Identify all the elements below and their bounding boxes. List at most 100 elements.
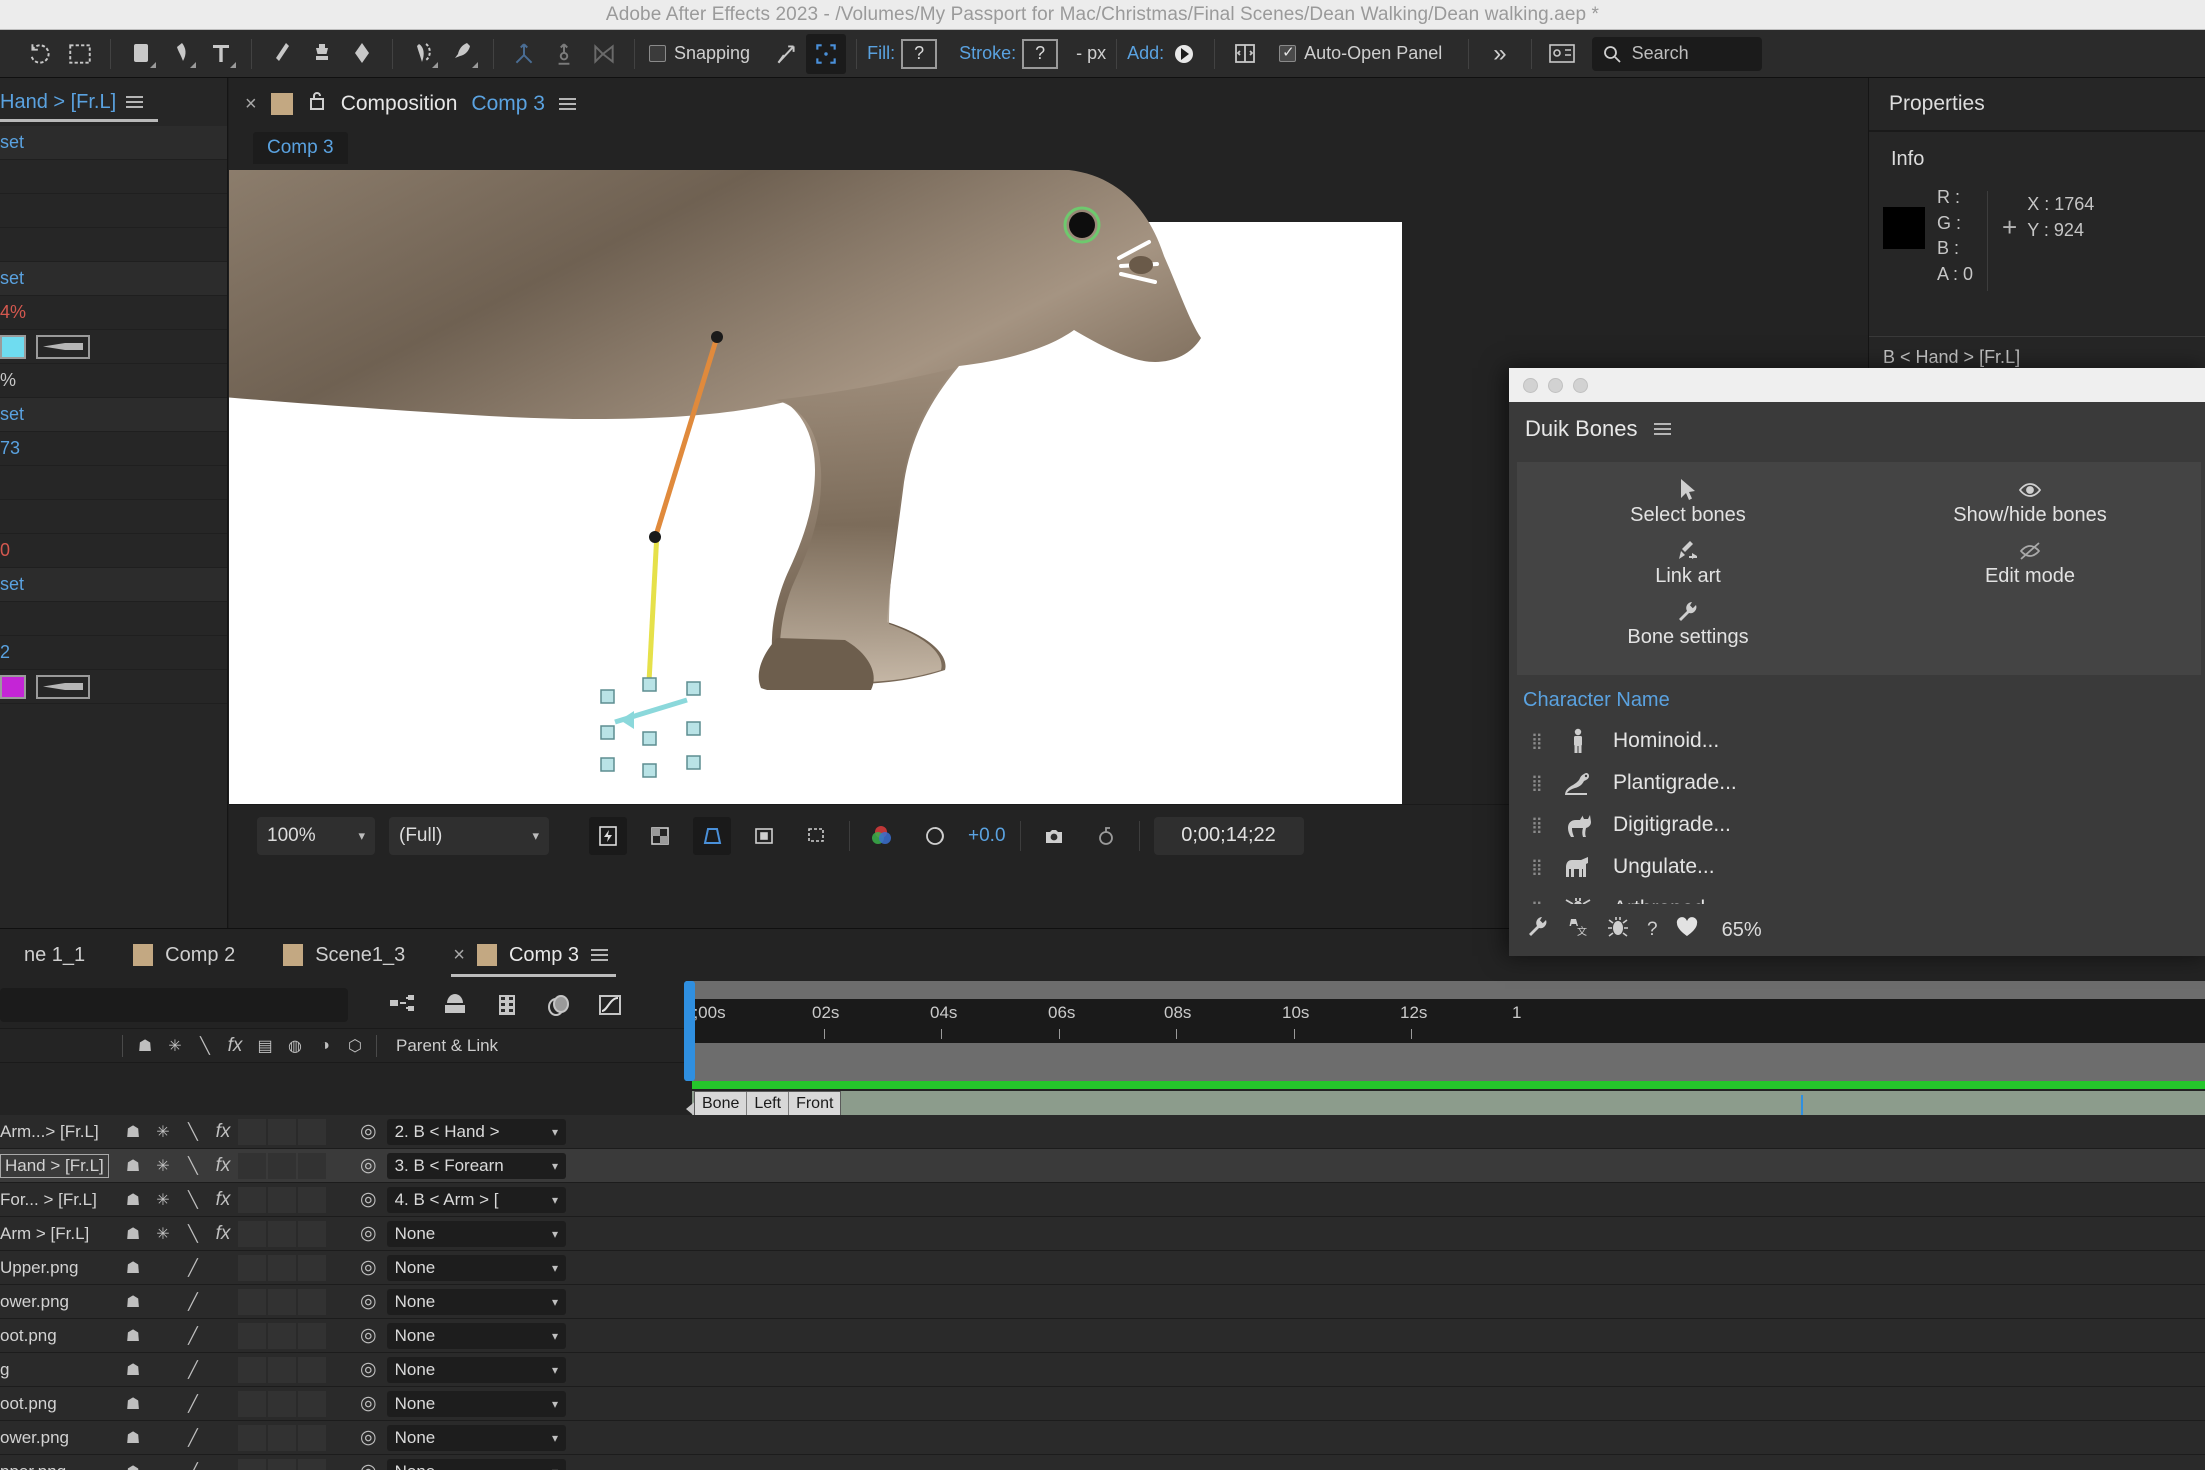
layer-switches[interactable]: ☗ ╱	[118, 1424, 360, 1451]
maximize-window-dot[interactable]	[1573, 377, 1588, 393]
table-row[interactable]: Arm...> [Fr.L] ☗ ✳ ╲ fx ◎ 2. B < Hand > …	[0, 1115, 2205, 1149]
table-row[interactable]: Hand > [Fr.L] ☗ ✳ ╲ fx ◎ 3. B < Forearn …	[0, 1149, 2205, 1183]
composition-canvas[interactable]	[229, 170, 1402, 866]
auto-open-panel-checkbox[interactable]	[1279, 43, 1297, 62]
anchor-point-icon[interactable]	[544, 34, 584, 74]
timeline-search-input[interactable]	[0, 987, 348, 1022]
lock-switch-icon[interactable]: ╲	[178, 1187, 208, 1213]
layer-name[interactable]: g	[0, 1360, 118, 1380]
parent-select[interactable]: 3. B < Forearn ▾	[386, 1152, 566, 1179]
roto-brush-tool-icon[interactable]	[403, 34, 443, 74]
lock-switch-icon[interactable]: ╲	[178, 1153, 208, 1179]
adjustment-switch-icon[interactable]	[298, 1254, 326, 1281]
help-icon[interactable]: ?	[1647, 919, 1658, 941]
bone-settings-action[interactable]: Bone settings	[1627, 598, 1749, 649]
minimize-window-dot[interactable]	[1548, 377, 1563, 393]
effect-row[interactable]: 4%	[0, 296, 227, 330]
zoom-select[interactable]: 100% ▾	[257, 816, 375, 855]
pick-whip-icon[interactable]: ◎	[360, 1188, 377, 1211]
layer-hierarchy-icon[interactable]	[388, 992, 416, 1018]
motion-blur-switch-icon[interactable]	[268, 1390, 296, 1417]
layer-name[interactable]: oot.png	[0, 1394, 118, 1414]
solo-switch-icon[interactable]: ✳	[148, 1187, 178, 1213]
workspace-settings-icon[interactable]	[1542, 34, 1582, 74]
tab-comp-2[interactable]: Comp 2	[109, 929, 259, 981]
close-window-dot[interactable]	[1523, 377, 1538, 393]
tab-comp-3[interactable]: Comp 3	[253, 132, 348, 164]
table-row[interactable]: ower.png ☗ ╱ ◎ None ▾	[0, 1421, 2205, 1455]
frame-blend-switch-icon[interactable]	[238, 1118, 266, 1145]
effect-row[interactable]	[0, 466, 227, 500]
parent-link-cell[interactable]: ◎ None ▾	[360, 1458, 582, 1470]
rig-item-plantigrade[interactable]: ⣿ Plantigrade...	[1509, 762, 2205, 804]
solo-switch-icon[interactable]: ✳	[148, 1221, 178, 1247]
table-row[interactable]: Arm > [Fr.L] ☗ ✳ ╲ fx ◎ None ▾	[0, 1217, 2205, 1251]
solo-switch-icon[interactable]: ✳	[148, 1119, 178, 1145]
pick-whip-icon[interactable]: ◎	[360, 1324, 377, 1347]
search-box[interactable]: Search	[1591, 36, 1762, 71]
adjustment-switch-icon[interactable]	[298, 1152, 326, 1179]
effect-row[interactable]: 2	[0, 636, 227, 670]
layer-name[interactable]: ower.png	[0, 1428, 118, 1448]
auto-open-panel-toggle[interactable]: Auto-Open Panel	[1279, 43, 1442, 64]
motion-blur-icon[interactable]	[440, 992, 470, 1018]
tab-scene1-3[interactable]: Scene1_3	[259, 929, 429, 981]
duik-window-chrome[interactable]	[1509, 368, 2205, 402]
frame-blend-switch-icon[interactable]	[238, 1186, 266, 1213]
parent-select[interactable]: None ▾	[386, 1356, 566, 1383]
tab-comp-3[interactable]: × Comp 3	[429, 929, 632, 981]
playhead[interactable]	[684, 981, 695, 1081]
table-row[interactable]: pper.png ☗ ╱ ◎ None ▾	[0, 1455, 2205, 1470]
effect-row[interactable]	[0, 194, 227, 228]
effect-eyedropper[interactable]	[36, 674, 90, 699]
parent-select[interactable]: None ▾	[386, 1458, 566, 1470]
motion-blur-switch-icon[interactable]	[268, 1186, 296, 1213]
effect-row[interactable]	[0, 602, 227, 636]
lock-switch-icon[interactable]: ╱	[178, 1459, 208, 1470]
table-row[interactable]: g ☗ ╱ ◎ None ▾	[0, 1353, 2205, 1387]
video-switch-icon[interactable]: ☗	[118, 1357, 148, 1383]
snap-angle-icon[interactable]	[766, 34, 806, 74]
video-switch-icon[interactable]: ☗	[118, 1187, 148, 1213]
motion-blur-switch-icon[interactable]	[268, 1356, 296, 1383]
layer-name[interactable]: For... > [Fr.L]	[0, 1190, 118, 1210]
parent-select[interactable]: None ▾	[386, 1424, 566, 1451]
puppet-pin-tool-icon[interactable]	[443, 34, 483, 74]
adjustment-switch-icon[interactable]	[298, 1288, 326, 1315]
bone-label[interactable]: Bone Left Front	[694, 1091, 842, 1117]
rotation-tool-icon[interactable]	[20, 34, 60, 74]
effect-row[interactable]	[0, 670, 227, 704]
video-switch-icon[interactable]: ☗	[118, 1255, 148, 1281]
motion-blur-switch-icon[interactable]	[268, 1424, 296, 1451]
adjustment-switch-icon[interactable]	[298, 1118, 326, 1145]
graph-editor-icon[interactable]	[596, 992, 624, 1018]
parent-select[interactable]: 4. B < Arm > [ ▾	[386, 1186, 566, 1213]
motion-blur-switch-icon[interactable]	[268, 1152, 296, 1179]
table-row[interactable]: Upper.png ☗ ╱ ◎ None ▾	[0, 1251, 2205, 1285]
pick-whip-icon[interactable]: ◎	[360, 1290, 377, 1313]
layer-name[interactable]: Hand > [Fr.L]	[0, 1153, 118, 1178]
character-name-label[interactable]: Character Name	[1509, 675, 2205, 720]
effects-switch-icon[interactable]: fx	[208, 1119, 238, 1145]
motion-blur-switch-icon[interactable]	[268, 1254, 296, 1281]
layer-switches[interactable]: ☗ ✳ ╲ fx	[118, 1186, 360, 1213]
table-row[interactable]: oot.png ☗ ╱ ◎ None ▾	[0, 1387, 2205, 1421]
motion-blur-switch-icon[interactable]	[268, 1288, 296, 1315]
eraser-tool-icon[interactable]	[342, 34, 382, 74]
adjustment-switch-icon[interactable]	[298, 1356, 326, 1383]
mask-tool-icon[interactable]	[584, 34, 624, 74]
pick-whip-icon[interactable]: ◎	[360, 1460, 377, 1470]
effect-row[interactable]	[0, 330, 227, 364]
layer-switches[interactable]: ☗ ✳ ╲ fx	[118, 1118, 360, 1145]
video-switch-icon[interactable]: ☗	[118, 1459, 148, 1470]
rig-item-hominoid[interactable]: ⣿ Hominoid...	[1509, 720, 2205, 762]
frame-blend-switch-icon[interactable]	[238, 1356, 266, 1383]
type-tool-icon[interactable]	[201, 34, 241, 74]
motion-blur-switch-icon[interactable]	[268, 1458, 296, 1470]
lock-switch-icon[interactable]: ╱	[178, 1323, 208, 1349]
composition-menu-icon[interactable]	[558, 98, 576, 110]
select-bones-action[interactable]: Select bones	[1630, 476, 1746, 527]
fill-swatch[interactable]: ?	[901, 38, 938, 69]
table-row[interactable]: oot.png ☗ ╱ ◎ None ▾	[0, 1319, 2205, 1353]
effect-row[interactable]: set	[0, 568, 227, 602]
